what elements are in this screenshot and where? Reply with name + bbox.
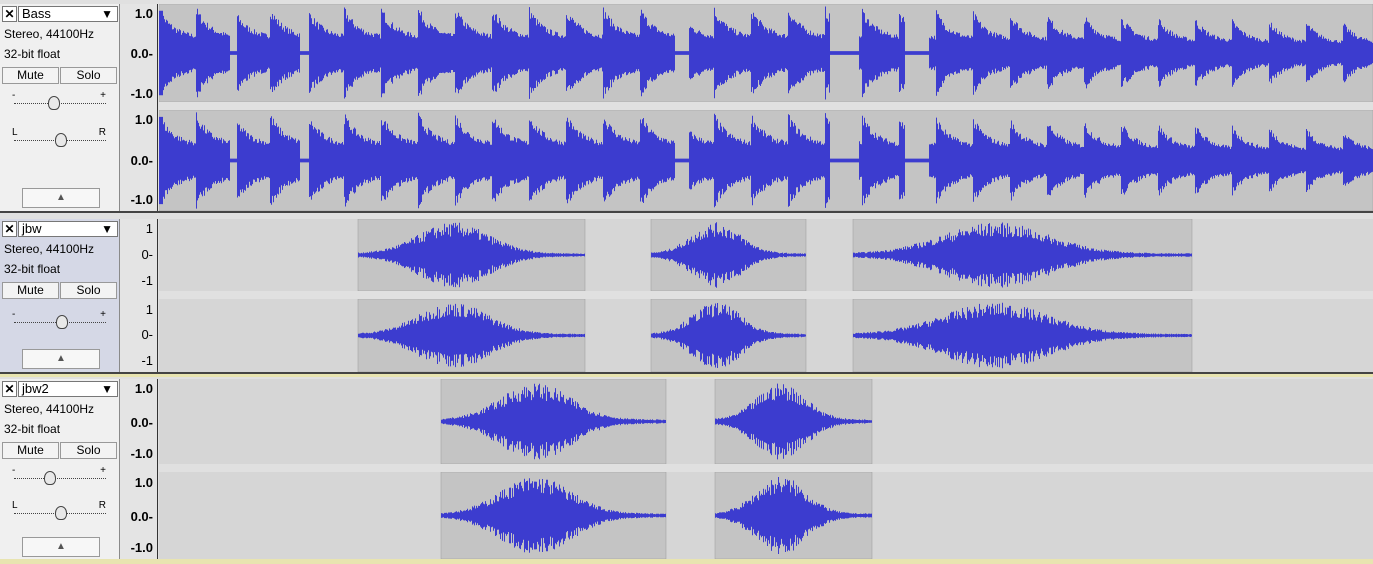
ruler-tick-top: 1 xyxy=(145,221,153,236)
ruler-tick-top: 1.0 xyxy=(134,112,153,127)
collapse-track-button[interactable]: ▲ xyxy=(22,349,100,369)
track-bit-depth: 32-bit float xyxy=(4,422,61,436)
collapse-icon: ▲ xyxy=(56,192,66,203)
waveform-channel-left[interactable] xyxy=(159,219,1373,291)
waveform-channel-right[interactable] xyxy=(159,110,1373,211)
gain-slider-thumb[interactable] xyxy=(48,96,60,110)
solo-button[interactable]: Solo xyxy=(60,67,117,84)
gain-minus-label: - xyxy=(12,309,16,320)
gain-plus-label: + xyxy=(100,309,106,320)
ruler-tick-mid: 0.0- xyxy=(130,153,153,168)
ruler-tick-top: 1.0 xyxy=(134,6,153,21)
ruler-tick-mid: 0.0- xyxy=(130,509,153,524)
track-jbw: ✕ jbw ▼ Stereo, 44100Hz 32-bit float Mut… xyxy=(0,219,1373,372)
track-name-menu[interactable]: Bass ▼ xyxy=(18,6,118,22)
ruler-tick-bottom: -1.0 xyxy=(130,540,153,555)
ruler-tick-mid: 0.0- xyxy=(130,415,153,430)
track-control-panel[interactable]: ✕ jbw2 ▼ Stereo, 44100Hz 32-bit float Mu… xyxy=(0,379,120,559)
track-name-label: Bass xyxy=(22,6,51,21)
ruler-tick-top: 1.0 xyxy=(134,475,153,490)
gain-plus-label: + xyxy=(100,90,106,101)
gain-slider-thumb[interactable] xyxy=(56,315,68,329)
track-format: Stereo, 44100Hz xyxy=(4,402,95,416)
ruler-tick-mid: 0- xyxy=(141,327,153,342)
close-track-icon[interactable]: ✕ xyxy=(2,381,17,397)
pan-slider-thumb[interactable] xyxy=(55,133,67,147)
slider-track xyxy=(14,103,106,104)
pan-slider[interactable]: L R xyxy=(12,500,108,524)
mute-button[interactable]: Mute xyxy=(2,442,59,459)
track-name-row: ✕ jbw2 ▼ xyxy=(2,381,118,398)
waveform-channel-right[interactable] xyxy=(159,299,1373,372)
mute-solo-row: Mute Solo xyxy=(0,67,120,84)
track-name-label: jbw2 xyxy=(22,381,49,396)
mute-solo-row: Mute Solo xyxy=(0,442,120,459)
track-name-label: jbw xyxy=(22,221,42,236)
solo-button[interactable]: Solo xyxy=(60,442,117,459)
track-format: Stereo, 44100Hz xyxy=(4,27,95,41)
ruler-tick-mid: 0.0- xyxy=(130,46,153,61)
gain-slider[interactable]: - + xyxy=(12,465,108,489)
gain-slider[interactable]: - + xyxy=(12,309,108,333)
waveform-channel-left[interactable] xyxy=(159,379,1373,464)
mute-button[interactable]: Mute xyxy=(2,282,59,299)
ruler-tick-bottom: -1.0 xyxy=(130,192,153,207)
vertical-ruler: 1 0- -1 1 0- -1 xyxy=(120,219,158,372)
slider-track xyxy=(14,478,106,479)
ruler-tick-top: 1.0 xyxy=(134,381,153,396)
ruler-tick-mid: 0- xyxy=(141,247,153,262)
track-jbw2: ✕ jbw2 ▼ Stereo, 44100Hz 32-bit float Mu… xyxy=(0,379,1373,559)
track-name-menu[interactable]: jbw2 ▼ xyxy=(18,381,118,397)
waveform-channel-left[interactable] xyxy=(159,4,1373,102)
track-control-panel[interactable]: ✕ Bass ▼ Stereo, 44100Hz 32-bit float Mu… xyxy=(0,4,120,211)
gain-minus-label: - xyxy=(12,90,16,101)
track-separator xyxy=(0,211,1373,213)
waveform-channel-right[interactable] xyxy=(159,472,1373,559)
pan-slider[interactable]: L R xyxy=(12,127,108,151)
ruler-tick-bottom: -1.0 xyxy=(130,446,153,461)
track-control-panel[interactable]: ✕ jbw ▼ Stereo, 44100Hz 32-bit float Mut… xyxy=(0,219,120,372)
close-track-icon[interactable]: ✕ xyxy=(2,6,17,22)
solo-button[interactable]: Solo xyxy=(60,282,117,299)
ruler-tick-top: 1 xyxy=(145,302,153,317)
mute-button[interactable]: Mute xyxy=(2,67,59,84)
mute-solo-row: Mute Solo xyxy=(0,282,120,299)
ruler-tick-bottom: -1 xyxy=(141,273,153,288)
pan-left-label: L xyxy=(12,500,18,511)
selected-track-border xyxy=(0,374,1373,377)
collapse-track-button[interactable]: ▲ xyxy=(22,537,100,557)
ruler-tick-bottom: -1.0 xyxy=(130,86,153,101)
vertical-ruler: 1.0 0.0- -1.0 1.0 0.0- -1.0 xyxy=(120,4,158,211)
bottom-border xyxy=(0,559,1373,564)
track-bit-depth: 32-bit float xyxy=(4,262,61,276)
pan-left-label: L xyxy=(12,127,18,138)
close-track-icon[interactable]: ✕ xyxy=(2,221,17,237)
vertical-ruler: 1.0 0.0- -1.0 1.0 0.0- -1.0 xyxy=(120,379,158,559)
gain-slider-thumb[interactable] xyxy=(44,471,56,485)
gain-plus-label: + xyxy=(100,465,106,476)
track-name-row: ✕ Bass ▼ xyxy=(2,6,118,23)
dropdown-arrow-icon: ▼ xyxy=(101,382,113,396)
collapse-track-button[interactable]: ▲ xyxy=(22,188,100,208)
dropdown-arrow-icon: ▼ xyxy=(101,7,113,21)
gain-slider[interactable]: - + xyxy=(12,90,108,114)
collapse-icon: ▲ xyxy=(56,541,66,552)
ruler-tick-bottom: -1 xyxy=(141,353,153,368)
track-bass: ✕ Bass ▼ Stereo, 44100Hz 32-bit float Mu… xyxy=(0,4,1373,211)
gain-minus-label: - xyxy=(12,465,16,476)
track-name-menu[interactable]: jbw ▼ xyxy=(18,221,118,237)
track-format: Stereo, 44100Hz xyxy=(4,242,95,256)
pan-right-label: R xyxy=(98,500,106,511)
pan-slider-thumb[interactable] xyxy=(55,506,67,520)
track-name-row: ✕ jbw ▼ xyxy=(2,221,118,238)
dropdown-arrow-icon: ▼ xyxy=(101,222,113,236)
track-bit-depth: 32-bit float xyxy=(4,47,61,61)
collapse-icon: ▲ xyxy=(56,353,66,364)
pan-right-label: R xyxy=(98,127,106,138)
